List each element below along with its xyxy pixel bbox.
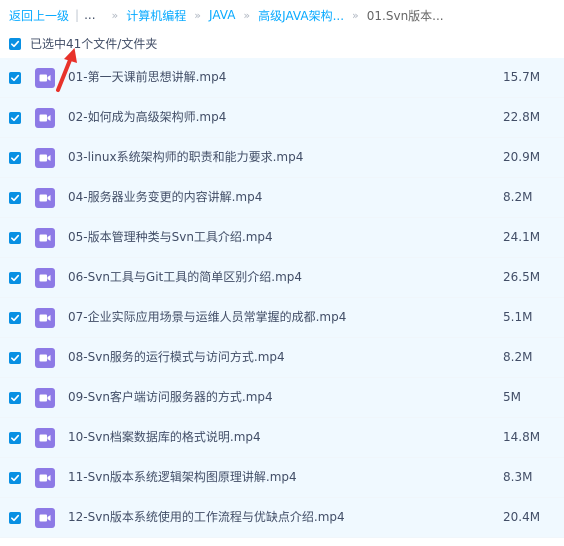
file-row[interactable]: 11-Svn版本系统逻辑架构图原理讲解.mp4 8.3M [0,458,564,498]
file-row[interactable]: 02-如何成为高级架构师.mp4 22.8M [0,98,564,138]
video-file-icon [35,148,55,168]
video-file-icon [35,508,55,528]
file-size: 15.7M [503,70,541,84]
file-name[interactable]: 06-Svn工具与Git工具的简单区别介绍.mp4 [68,258,302,297]
row-checkbox[interactable] [9,512,21,524]
video-file-icon [35,108,55,128]
checkmark-icon [11,354,20,362]
file-size: 26.5M [503,270,541,284]
file-name[interactable]: 02-如何成为高级架构师.mp4 [68,98,226,137]
file-name[interactable]: 04-服务器业务变更的内容讲解.mp4 [68,178,262,217]
file-row[interactable]: 09-Svn客户端访问服务器的方式.mp4 5M [0,378,564,418]
checkmark-icon [11,274,20,282]
row-checkbox[interactable] [9,392,21,404]
row-checkbox[interactable] [9,112,21,124]
selection-header: 已选中41个文件/文件夹 [0,30,564,57]
video-file-icon [35,228,55,248]
video-file-icon [35,468,55,488]
chevron-right-icon: » [243,8,251,22]
file-size: 8.3M [503,470,533,484]
file-row[interactable]: 03-linux系统架构师的职责和能力要求.mp4 20.9M [0,138,564,178]
breadcrumb-item[interactable]: JAVA [209,8,235,22]
file-row[interactable]: 10-Svn档案数据库的格式说明.mp4 14.8M [0,418,564,458]
checkmark-icon [11,74,20,82]
file-row[interactable]: 08-Svn服务的运行模式与访问方式.mp4 8.2M [0,338,564,378]
file-name[interactable]: 08-Svn服务的运行模式与访问方式.mp4 [68,338,285,377]
chevron-right-icon: » [111,8,119,22]
chevron-right-icon: » [352,8,359,22]
row-checkbox[interactable] [9,152,21,164]
file-size: 8.2M [503,190,533,204]
file-name[interactable]: 03-linux系统架构师的职责和能力要求.mp4 [68,138,303,177]
file-name[interactable]: 12-Svn版本系统使用的工作流程与优缺点介绍.mp4 [68,498,345,537]
breadcrumb: 返回上一级 | ... » 计算机编程 » JAVA » 高级JAVA架构...… [0,0,564,30]
back-link[interactable]: 返回上一级 [9,7,69,24]
checkmark-icon [11,514,20,522]
video-file-icon [35,428,55,448]
checkmark-icon [11,434,20,442]
row-checkbox[interactable] [9,312,21,324]
video-file-icon [35,308,55,328]
file-size: 20.9M [503,150,541,164]
video-file-icon [35,68,55,88]
checkmark-icon [11,234,20,242]
checkmark-icon [11,194,20,202]
file-name[interactable]: 01-第一天课前思想讲解.mp4 [68,58,226,97]
file-row[interactable]: 06-Svn工具与Git工具的简单区别介绍.mp4 26.5M [0,258,564,298]
file-size: 22.8M [503,110,541,124]
row-checkbox[interactable] [9,272,21,284]
file-row[interactable]: 05-版本管理种类与Svn工具介绍.mp4 24.1M [0,218,564,258]
row-checkbox[interactable] [9,232,21,244]
file-list: 01-第一天课前思想讲解.mp4 15.7M 02-如何成为高级架构师.mp4 … [0,58,564,538]
breadcrumb-item[interactable]: 高级JAVA架构... [258,7,344,24]
row-checkbox[interactable] [9,72,21,84]
file-size: 14.8M [503,430,541,444]
file-row[interactable]: 12-Svn版本系统使用的工作流程与优缺点介绍.mp4 20.4M [0,498,564,538]
checkmark-icon [11,314,20,322]
row-checkbox[interactable] [9,352,21,364]
file-browser: 返回上一级 | ... » 计算机编程 » JAVA » 高级JAVA架构...… [0,0,564,546]
video-file-icon [35,388,55,408]
video-file-icon [35,268,55,288]
checkmark-icon [11,394,20,402]
file-name[interactable]: 05-版本管理种类与Svn工具介绍.mp4 [68,218,273,257]
row-checkbox[interactable] [9,432,21,444]
video-file-icon [35,348,55,368]
row-checkbox[interactable] [9,192,21,204]
selection-summary: 已选中41个文件/文件夹 [30,37,158,51]
file-size: 5M [503,390,521,404]
file-size: 8.2M [503,350,533,364]
breadcrumb-item[interactable]: 计算机编程 [126,7,186,24]
checkmark-icon [11,114,20,122]
file-row[interactable]: 01-第一天课前思想讲解.mp4 15.7M [0,58,564,98]
file-row[interactable]: 04-服务器业务变更的内容讲解.mp4 8.2M [0,178,564,218]
checkmark-icon [11,40,20,47]
select-all-checkbox[interactable] [9,37,21,50]
chevron-right-icon: » [194,8,201,22]
checkmark-icon [11,474,20,482]
breadcrumb-ellipsis[interactable]: ... [84,8,95,22]
file-size: 20.4M [503,510,541,524]
breadcrumb-current: 01.Svn版本... [366,8,444,23]
breadcrumb-divider: | [75,8,80,22]
file-name[interactable]: 10-Svn档案数据库的格式说明.mp4 [68,418,261,457]
file-name[interactable]: 07-企业实际应用场景与运维人员常掌握的成都.mp4 [68,298,346,337]
video-file-icon [35,188,55,208]
file-row[interactable]: 07-企业实际应用场景与运维人员常掌握的成都.mp4 5.1M [0,298,564,338]
file-size: 24.1M [503,230,541,244]
file-size: 5.1M [503,310,533,324]
file-name[interactable]: 09-Svn客户端访问服务器的方式.mp4 [68,378,273,417]
checkmark-icon [11,154,20,162]
file-name[interactable]: 11-Svn版本系统逻辑架构图原理讲解.mp4 [68,458,297,497]
row-checkbox[interactable] [9,472,21,484]
